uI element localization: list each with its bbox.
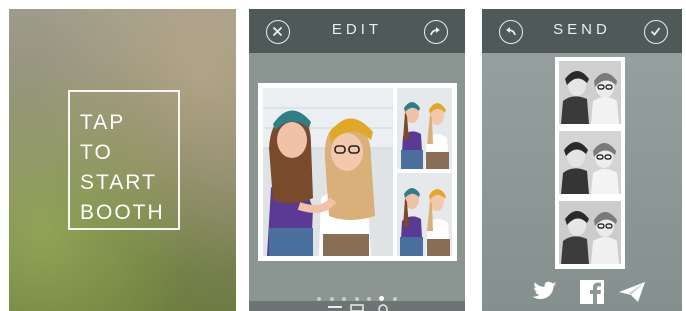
share-arrow-icon xyxy=(430,27,440,36)
twitter-icon[interactable] xyxy=(531,279,559,305)
facebook-icon[interactable] xyxy=(578,279,606,305)
edit-toolbar xyxy=(249,301,465,311)
photo-bw-2 xyxy=(559,131,621,194)
adjust-icon[interactable] xyxy=(327,303,343,311)
strip-photo-2 xyxy=(559,131,621,194)
edit-screen: EDIT xyxy=(249,9,465,311)
edit-topbar: EDIT xyxy=(249,9,465,53)
paper-plane-icon[interactable] xyxy=(618,279,646,305)
done-button[interactable] xyxy=(644,20,668,44)
collage-photo-bottom-right xyxy=(397,173,452,256)
start-text-line-2: TO xyxy=(80,141,113,164)
tap-to-start-button[interactable]: TAP TO START BOOTH xyxy=(68,90,180,230)
send-screen: SEND xyxy=(482,9,682,311)
collage-photo-large xyxy=(263,88,393,256)
collage-preview[interactable] xyxy=(258,83,457,261)
photo-two-girls-small-2 xyxy=(397,173,452,256)
checkmark-icon xyxy=(650,27,661,36)
photo-two-girls-large xyxy=(263,88,393,256)
share-button[interactable] xyxy=(424,20,448,44)
strip-photo-3 xyxy=(559,201,621,264)
start-text-line-3: START xyxy=(80,171,157,194)
start-screen: TAP TO START BOOTH xyxy=(9,9,236,311)
start-text-line-1: TAP xyxy=(80,111,126,134)
page-indicator[interactable] xyxy=(249,290,465,302)
collage-photo-top-right xyxy=(397,88,452,169)
photo-strip xyxy=(555,57,625,269)
photo-two-girls-small-1 xyxy=(397,88,452,169)
photo-bw-1 xyxy=(559,61,621,124)
layout-icon[interactable] xyxy=(349,303,365,311)
strip-photo-1 xyxy=(559,61,621,124)
photo-bw-3 xyxy=(559,201,621,264)
send-topbar: SEND xyxy=(482,9,682,53)
filter-icon[interactable] xyxy=(375,303,391,311)
start-text-line-4: BOOTH xyxy=(80,201,165,224)
